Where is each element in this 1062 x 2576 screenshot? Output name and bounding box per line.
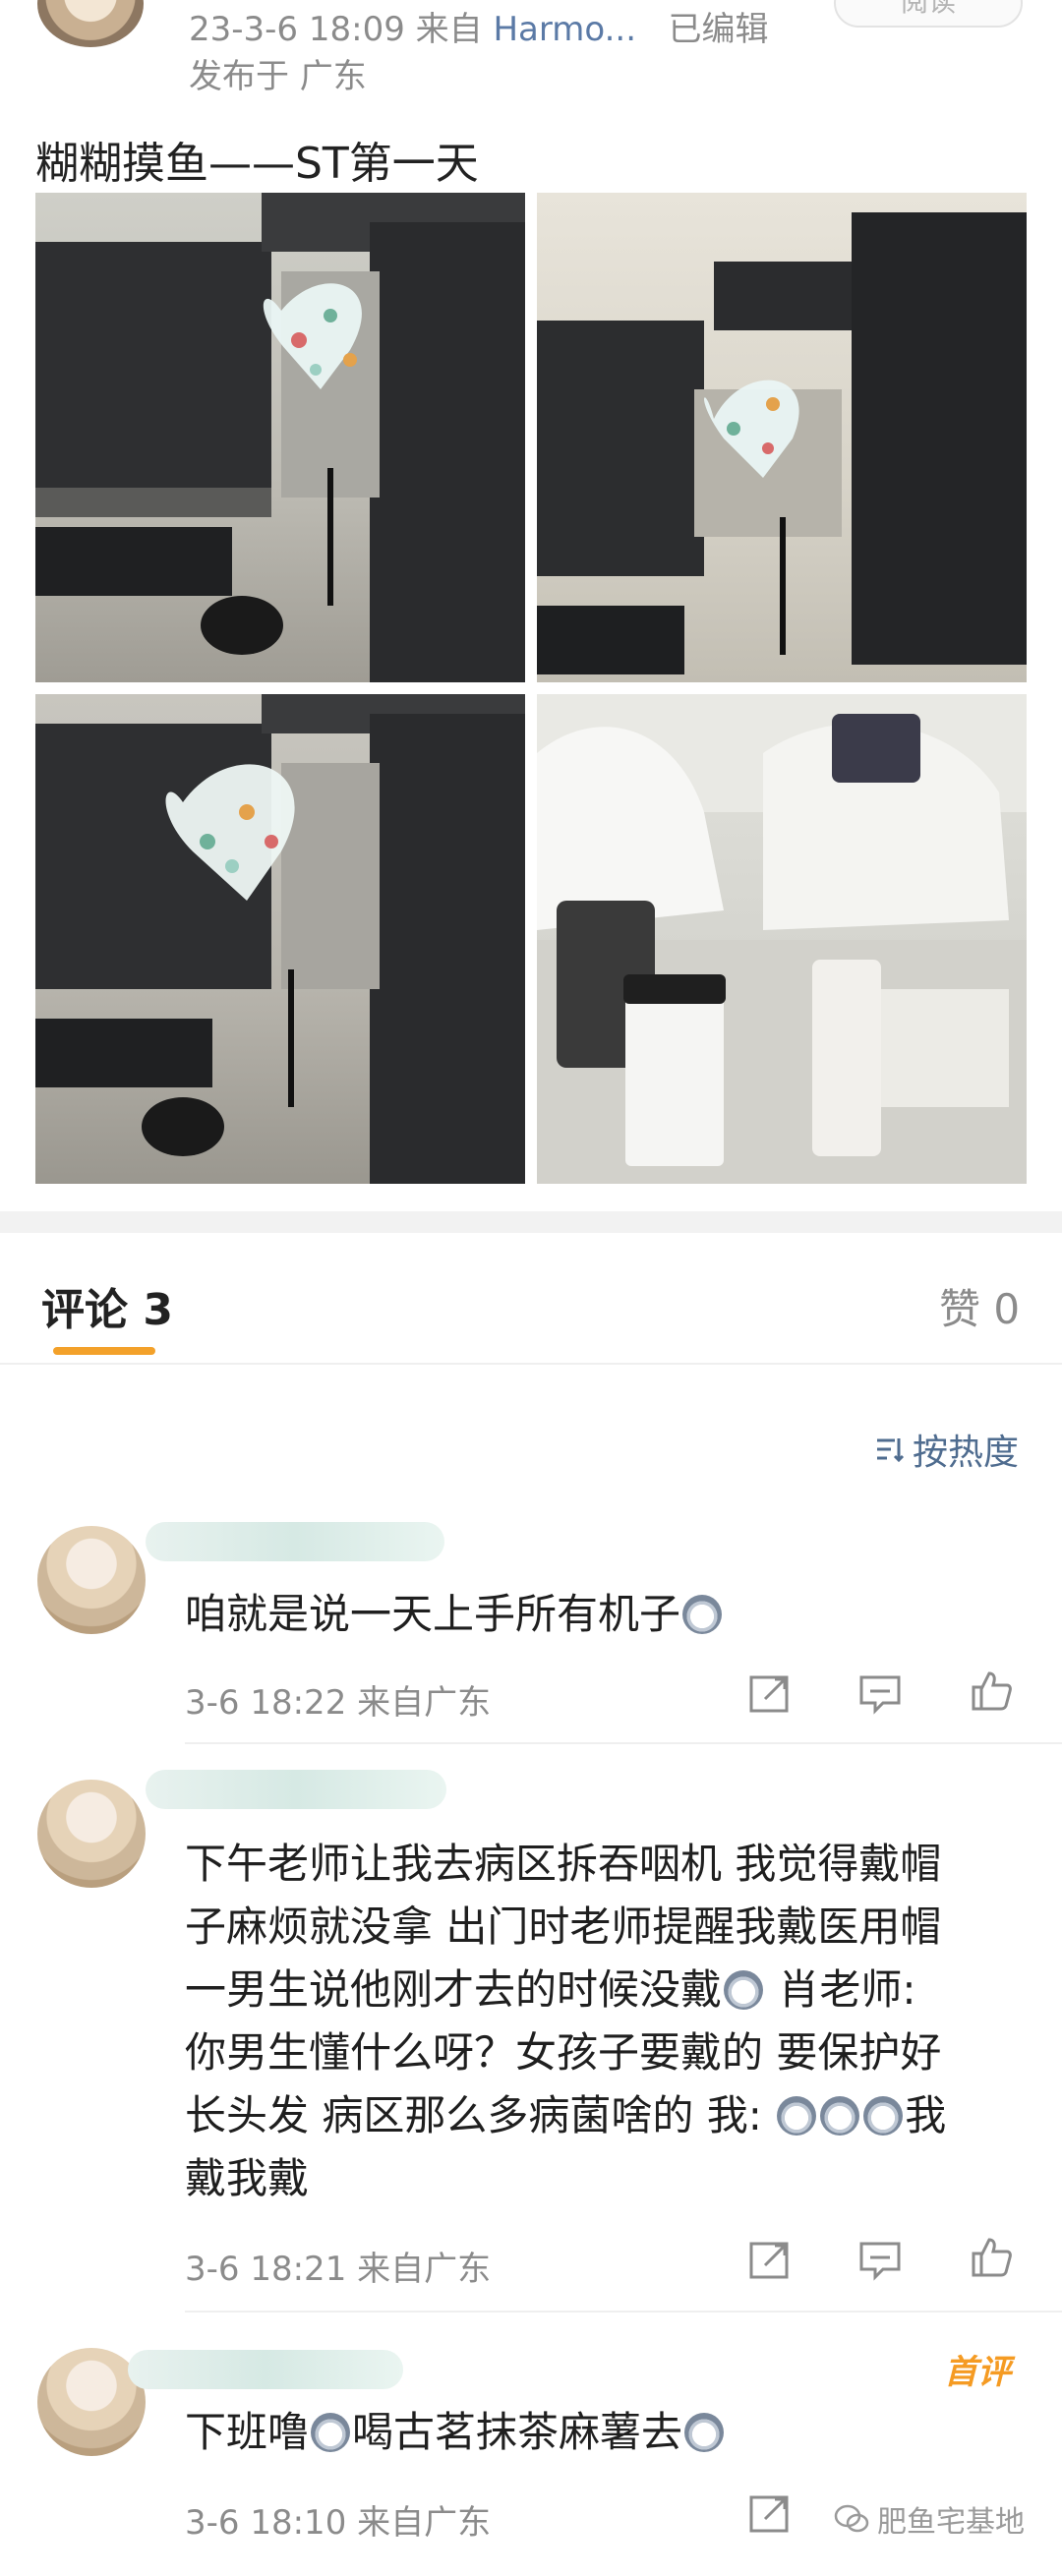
comment-2-line-5: 长头发 病区那么多病菌啥的 我: 我 [185,2084,1050,2147]
post-title: 糊糊摸鱼——ST第一天 [35,139,479,189]
emoji-icon [311,2413,351,2452]
comment-2-line-4: 你男生懂什么呀？女孩子要戴的 要保护好 [185,2028,942,2077]
photo-1-illustration [35,193,525,682]
first-comment-badge: 首评 [944,2353,1011,2392]
comment-3-text-b: 喝古茗抹茶麻薯去 [352,2408,683,2456]
comment-1-avatar[interactable] [37,1526,146,1634]
post-photo-4[interactable] [537,694,1027,1184]
comment-1-text: 咱就是说一天上手所有机子 [185,1583,724,1646]
comment-2-text: 下午老师让我去病区拆吞咽机 我觉得戴帽 子麻烦就没拿 出门时老师提醒我戴医用帽 … [185,1833,1050,2210]
like-icon[interactable] [968,1668,1013,1713]
comment-2-line-5b: 我 [905,2091,947,2139]
comment-2-avatar[interactable] [37,1780,146,1888]
forward-icon[interactable] [747,2238,793,2283]
comment-2-line-6: 戴我戴 [185,2154,310,2202]
active-tab-indicator [53,1347,155,1355]
forward-icon[interactable] [747,1671,793,1717]
post-photo-3[interactable] [35,694,525,1184]
emoji-icon [863,2096,904,2136]
comment-2-line-2: 子麻烦就没拿 出门时老师提醒我戴医用帽 [185,1903,942,1951]
post-edited-label: 已编辑 [668,10,769,49]
watermark: 肥鱼宅基地 [834,2497,1025,2541]
watermark-text: 肥鱼宅基地 [877,2505,1025,2540]
comment-2-line-5a: 长头发 病区那么多病菌啥的 我: [185,2091,776,2139]
emoji-icon [684,2413,725,2452]
comment-icon[interactable] [857,2238,903,2283]
tab-likes[interactable]: 赞 0 [939,1276,1020,1336]
emoji-icon [820,2096,860,2136]
comment-2-line-3a: 一男生说他刚才去的时候没戴 [185,1965,723,2014]
wechat-icon [834,2504,869,2533]
like-icon[interactable] [968,2234,1013,2279]
comment-separator [185,2311,1062,2313]
comment-3-text-a: 下班噜 [185,2408,310,2456]
photo-3-illustration [35,694,525,1184]
comment-3-username-redacted [128,2350,403,2389]
post-location: 发布于 广东 [189,57,367,96]
comment-2-line-3: 一男生说他刚才去的时候没戴 肖老师: [185,1959,1050,2021]
comment-2-username-redacted [146,1770,446,1809]
photo-2-illustration [537,212,1027,674]
emoji-icon [777,2096,817,2136]
post-source-link[interactable]: Harmo... [493,10,636,49]
comment-2-time: 3-6 18:21 来自广东 [185,2250,492,2289]
comment-3-time: 3-6 18:10 来自广东 [185,2503,492,2543]
sort-icon [877,1438,905,1463]
comment-separator [185,1742,1062,1744]
comment-1-username-redacted [146,1522,444,1561]
post-time-source: 23-3-6 18:09 来自 [189,10,483,49]
comment-2-line-3b: 肖老师: [765,1965,916,2014]
post-author-avatar[interactable] [37,0,144,47]
comment-1-text-content: 咱就是说一天上手所有机子 [185,1590,681,1638]
emoji-icon [682,1595,723,1634]
header-divider [0,1363,1062,1365]
tab-comments[interactable]: 评论 3 [41,1274,173,1337]
post-photo-1[interactable] [35,193,525,682]
section-divider [0,1211,1062,1233]
post-meta: 23-3-6 18:09 来自 Harmo... 已编辑 [189,2,768,50]
photo-4-illustration [537,694,1027,1184]
comment-2-line-1: 下午老师让我去病区拆吞咽机 我觉得戴帽 [185,1840,942,1888]
post-photo-2[interactable] [537,193,1027,682]
sort-label: 按热度 [913,1433,1020,1473]
comment-1-time: 3-6 18:22 来自广东 [185,1683,492,1723]
sort-by-hot-button[interactable]: 按热度 [875,1424,1019,1475]
comment-3-text: 下班噜 喝古茗抹茶麻薯去 [185,2401,726,2464]
comment-icon[interactable] [857,1671,903,1717]
read-count-badge[interactable]: 阅读 [834,0,1023,28]
forward-icon[interactable] [747,2491,793,2537]
emoji-icon [724,1970,764,2010]
